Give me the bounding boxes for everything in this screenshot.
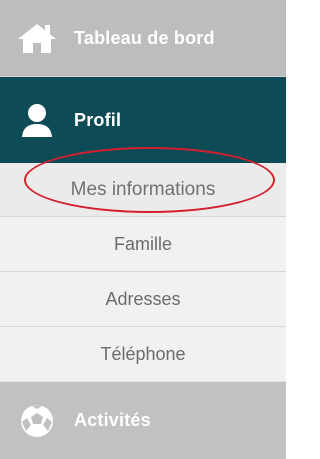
user-icon bbox=[0, 77, 74, 163]
submenu-label-telephone: Téléphone bbox=[100, 343, 186, 364]
menu-item-dashboard[interactable]: Tableau de bord bbox=[0, 0, 286, 77]
home-icon bbox=[0, 0, 74, 76]
dashboard-label: Tableau de bord bbox=[74, 27, 215, 48]
submenu-label-mes-informations: Mes informations bbox=[70, 178, 216, 200]
profile-label: Profil bbox=[74, 109, 122, 130]
soccer-ball-icon bbox=[0, 382, 74, 459]
submenu-item-famille[interactable]: Famille bbox=[0, 216, 286, 271]
activities-label: Activités bbox=[74, 410, 151, 430]
sidebar-menu: Tableau de bord Profil Mes informations … bbox=[0, 0, 286, 459]
menu-item-activities[interactable]: Activités bbox=[0, 381, 286, 459]
submenu-label-famille: Famille bbox=[113, 233, 172, 254]
profile-submenu: Mes informations Famille Adresses Téléph… bbox=[0, 163, 286, 381]
submenu-item-adresses[interactable]: Adresses bbox=[0, 271, 286, 326]
menu-item-profile[interactable]: Profil bbox=[0, 77, 286, 163]
submenu-label-adresses: Adresses bbox=[105, 288, 181, 309]
submenu-item-mes-informations[interactable]: Mes informations bbox=[0, 163, 286, 216]
submenu-item-telephone[interactable]: Téléphone bbox=[0, 326, 286, 381]
